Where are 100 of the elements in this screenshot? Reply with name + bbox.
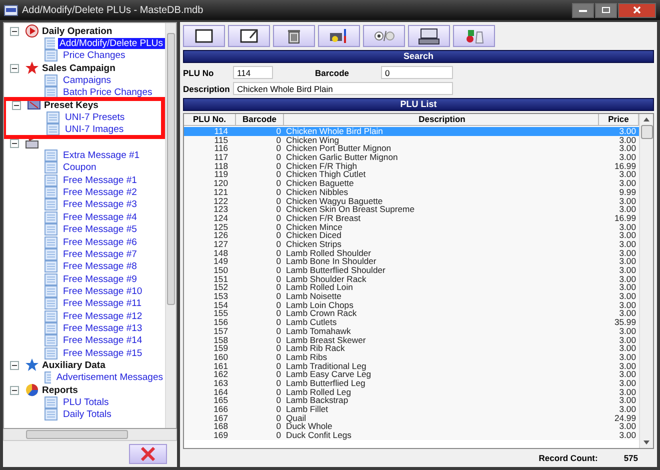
- tree-item[interactable]: Free Message #3: [61, 199, 139, 210]
- collapse-icon[interactable]: [10, 386, 19, 395]
- toolbar-button[interactable]: [318, 25, 360, 47]
- maximize-button[interactable]: [595, 2, 617, 18]
- table-row[interactable]: 156 0 Lamb Cutlets 35.99: [184, 318, 639, 327]
- tree-item[interactable]: Batch Price Changes: [61, 87, 154, 98]
- tree-group[interactable]: Reports: [42, 384, 78, 396]
- column-header[interactable]: PLU No.: [184, 114, 236, 125]
- tree-item[interactable]: UNI-7 Presets: [63, 112, 127, 124]
- tree-item[interactable]: PLU Totals: [61, 396, 111, 408]
- table-row[interactable]: 162 0 Lamb Easy Carve Leg 3.00: [184, 370, 639, 379]
- column-header[interactable]: Description: [284, 114, 599, 125]
- close-button[interactable]: [618, 2, 656, 18]
- table-cell-text: 0: [275, 257, 282, 266]
- tree-item[interactable]: UNI-7 Images: [63, 124, 126, 136]
- tree-item[interactable]: Free Message #6: [61, 236, 139, 248]
- tree-item[interactable]: Free Message #9: [61, 274, 139, 285]
- tree-item[interactable]: Free Message #12: [61, 310, 144, 322]
- tree-item[interactable]: Advertisement Messages: [54, 372, 165, 384]
- table-row[interactable]: 165 0 Lamb Backstrap 3.00: [184, 396, 639, 405]
- scrollbar[interactable]: [639, 114, 653, 448]
- tree-item[interactable]: Campaigns: [61, 75, 114, 86]
- tree-item[interactable]: Free Message #7: [61, 248, 139, 260]
- collapse-icon[interactable]: [12, 100, 21, 110]
- close-panel-button[interactable]: [129, 444, 167, 464]
- toolbar-button[interactable]: [273, 25, 315, 47]
- scroll-thumb[interactable]: [167, 33, 175, 305]
- scroll-up-icon[interactable]: [643, 117, 650, 122]
- tree-item[interactable]: Add/Modify/Delete PLUs: [58, 38, 165, 50]
- table-row[interactable]: 149 0 Lamb Bone In Shoulder 3.00: [184, 257, 639, 266]
- tree-group[interactable]: Sales Campaign: [42, 62, 116, 74]
- tree-group[interactable]: Daily Operation: [42, 26, 112, 37]
- table-row[interactable]: 169 0 Duck Confit Legs 3.00: [184, 431, 639, 440]
- field-label: PLU No: [183, 68, 215, 78]
- tree-item[interactable]: Extra Message #1: [61, 150, 142, 162]
- table-cell-text: Lamb Easy Carve Leg: [285, 370, 372, 379]
- list-icon: [46, 123, 60, 136]
- list-icon: [44, 346, 58, 360]
- tree-group[interactable]: Auxiliary Data: [42, 360, 106, 371]
- tree-group[interactable]: Preset Keys: [44, 100, 98, 111]
- table-cell-text: Lamb Traditional Leg: [285, 362, 368, 370]
- scroll-down-icon[interactable]: [643, 440, 650, 445]
- toolbar-button[interactable]: [228, 25, 270, 47]
- tree-item[interactable]: Free Message #15: [61, 348, 144, 359]
- table-cell-text: Chicken Baguette: [285, 179, 355, 188]
- table-cell-text: Chicken Diced: [285, 231, 342, 240]
- description-field[interactable]: Chicken Whole Bird Plain: [233, 82, 453, 95]
- tree-item[interactable]: Free Message #13: [61, 322, 144, 334]
- plu-no-field[interactable]: 114: [233, 66, 273, 79]
- tree-item[interactable]: Free Message #2: [61, 187, 139, 198]
- tree-item[interactable]: Daily Totals: [61, 409, 114, 420]
- table-cell-text: 125: [212, 222, 229, 232]
- table-row[interactable]: 117 0 Chicken Garlic Butter Mignon 3.00: [184, 153, 639, 162]
- table-cell-text: 3.00: [618, 144, 637, 154]
- list-icon: [44, 174, 58, 187]
- table-cell-text: Quail: [285, 414, 308, 422]
- table-row[interactable]: 159 0 Lamb Rib Rack 3.00: [184, 344, 639, 353]
- tree-item[interactable]: Coupon: [61, 162, 98, 174]
- list-icon: [44, 248, 58, 261]
- tree-item[interactable]: Free Message #8: [61, 261, 139, 272]
- table-cell-text: 3.00: [618, 336, 637, 344]
- column-header[interactable]: Barcode: [236, 114, 284, 125]
- table-row[interactable]: 150 0 Lamb Butterflied Shoulder 3.00: [184, 266, 639, 275]
- table-row[interactable]: 155 0 Lamb Crown Rack 3.00: [184, 309, 639, 318]
- table-row[interactable]: 123 0 Chicken Skin On Breast Supreme 3.00: [184, 205, 639, 214]
- scroll-thumb[interactable]: [640, 125, 652, 139]
- toolbar-button[interactable]: [408, 25, 450, 47]
- collapse-icon[interactable]: [10, 26, 19, 36]
- table-row[interactable]: 166 0 Lamb Fillet 3.00: [184, 405, 639, 414]
- tree-item[interactable]: Free Message #1: [61, 174, 139, 186]
- horizontal-scrollbar[interactable]: [3, 429, 177, 441]
- collapse-icon[interactable]: [10, 64, 19, 73]
- barcode-field[interactable]: 0: [381, 66, 453, 79]
- table-row[interactable]: 120 0 Chicken Baguette 3.00: [184, 179, 639, 188]
- table-row[interactable]: 168 0 Duck Whole 3.00: [184, 422, 639, 432]
- table-row[interactable]: 126 0 Chicken Diced 3.00: [184, 231, 639, 240]
- tree-item[interactable]: Free Message #5: [61, 224, 139, 236]
- table-row[interactable]: 153 0 Lamb Noisette 3.00: [184, 292, 639, 301]
- toolbar-button[interactable]: [183, 25, 225, 47]
- list-icon: [44, 37, 54, 50]
- collapse-icon[interactable]: [10, 138, 19, 148]
- tree-item[interactable]: Free Message #14: [61, 335, 144, 346]
- list-icon: [44, 272, 58, 286]
- table-cell-text: 0: [275, 326, 282, 336]
- tree-item[interactable]: Free Message #11: [61, 298, 144, 310]
- tree-item[interactable]: Price Changes: [61, 50, 128, 62]
- table-row[interactable]: 152 0 Lamb Rolled Loin 3.00: [184, 283, 639, 292]
- table-cell-text: 0: [275, 248, 282, 258]
- table-cell-text: 3.00: [618, 300, 637, 310]
- minimize-button[interactable]: [572, 2, 594, 18]
- table-row[interactable]: 119 0 Chicken Thigh Cutlet 3.00: [184, 170, 639, 180]
- tree-item[interactable]: Free Message #10: [61, 286, 144, 297]
- tree-item[interactable]: Free Message #4: [61, 212, 139, 223]
- scroll-thumb[interactable]: [26, 430, 128, 439]
- collapse-icon[interactable]: [10, 360, 19, 370]
- table-cell-text: 3.00: [618, 309, 637, 318]
- table-cell-text: 164: [212, 388, 229, 396]
- table-row[interactable]: 116 0 Chicken Port Butter Mignon 3.00: [184, 144, 639, 154]
- table-cell-text: 3.00: [618, 378, 637, 388]
- scrollbar[interactable]: [165, 23, 176, 428]
